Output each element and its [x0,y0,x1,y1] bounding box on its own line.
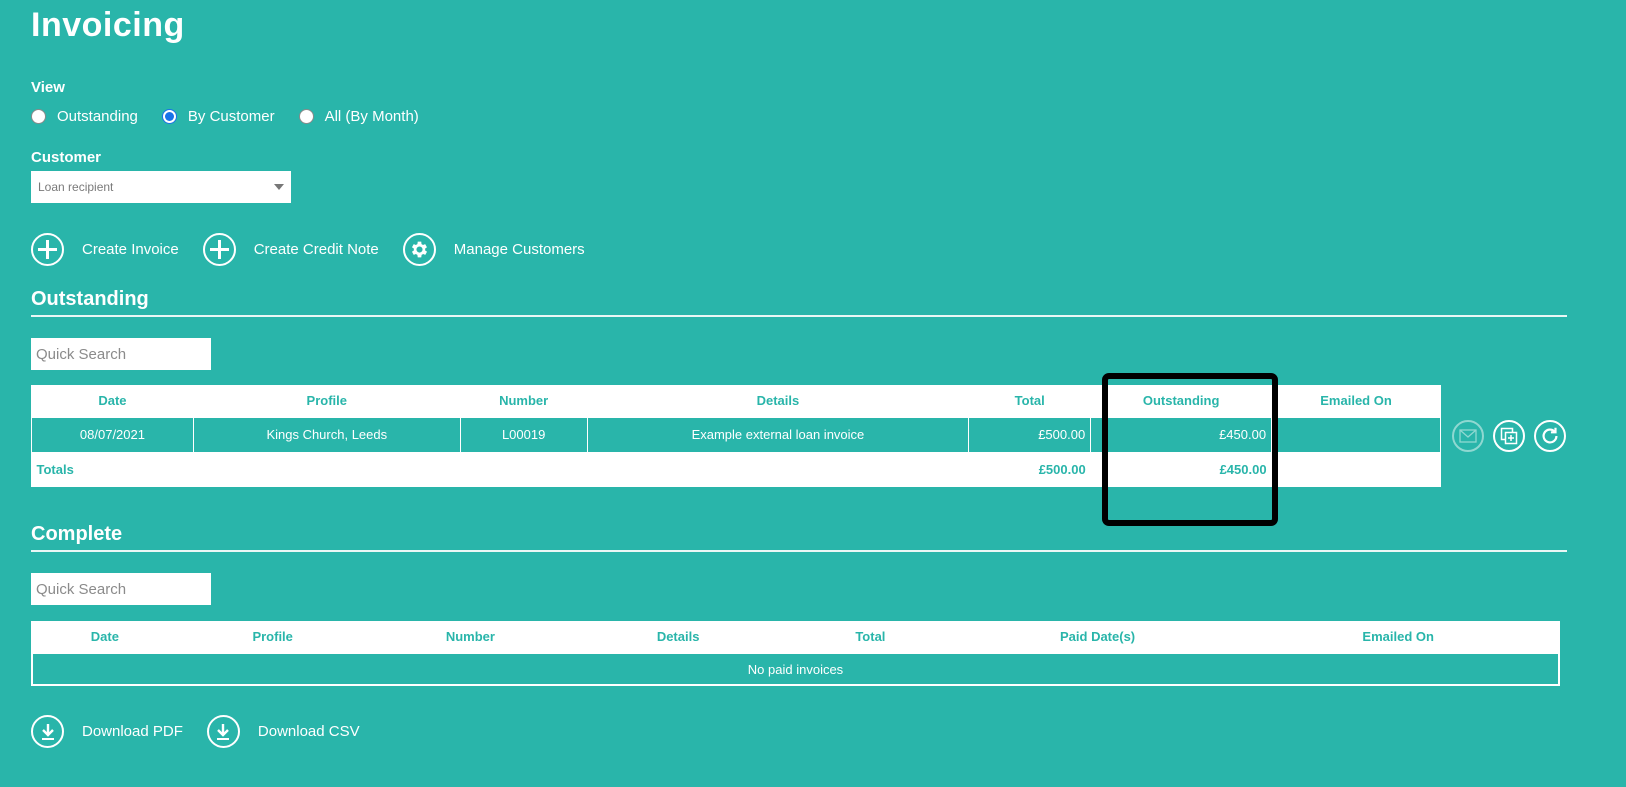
col-emailed-on[interactable]: Emailed On [1272,385,1441,417]
col-date[interactable]: Date [32,621,178,653]
create-credit-note-label: Create Credit Note [253,241,379,258]
download-pdf-label: Download PDF [82,723,183,740]
complete-search-input[interactable] [31,573,211,605]
plus-circle-icon [202,233,236,266]
download-pdf-button[interactable]: Download PDF [31,715,183,748]
col-total[interactable]: Total [783,621,958,653]
view-radio-outstanding[interactable]: Outstanding [31,108,138,125]
download-icon [31,715,64,748]
action-bar: Create Invoice Create Credit Note Manage… [31,233,585,266]
create-invoice-label: Create Invoice [82,241,179,258]
col-total[interactable]: Total [969,385,1091,417]
refresh-icon[interactable] [1534,420,1566,452]
cell-total: £500.00 [968,416,1092,453]
cell-emailed-on [1271,416,1441,453]
col-details[interactable]: Details [587,385,969,417]
radio-outstanding-dot[interactable] [31,108,46,124]
manage-customers-label: Manage Customers [453,241,585,258]
outstanding-search-input[interactable] [31,338,211,370]
radio-outstanding-label: Outstanding [57,107,138,125]
view-radio-by-customer[interactable]: By Customer [161,107,275,125]
empty-row: No paid invoices [31,652,1560,686]
outstanding-divider [31,315,1567,317]
outstanding-section-title: Outstanding [31,288,149,310]
download-csv-label: Download CSV [257,723,360,740]
chevron-down-icon [274,184,284,190]
download-bar: Download PDF Download CSV [31,715,360,748]
duplicate-icon[interactable] [1493,420,1525,452]
customer-select[interactable]: Loan recipient [31,171,291,203]
download-csv-button[interactable]: Download CSV [206,715,360,748]
manage-customers-button[interactable]: Manage Customers [402,233,585,266]
col-emailed-on[interactable]: Emailed On [1237,621,1559,653]
col-number[interactable]: Number [460,385,587,417]
totals-label: Totals [36,462,74,478]
col-date[interactable]: Date [32,385,194,417]
page-title: Invoicing [31,6,185,44]
row-actions [1452,420,1566,452]
col-profile[interactable]: Profile [193,385,460,417]
customer-select-value: Loan recipient [38,180,114,194]
view-radio-all-by-month[interactable]: All (By Month) [298,107,419,125]
plus-circle-icon [31,233,64,266]
view-label: View [31,79,65,96]
create-credit-note-button[interactable]: Create Credit Note [202,233,379,266]
col-details[interactable]: Details [573,621,783,653]
download-icon [206,715,240,748]
cell-date: 08/07/2021 [31,416,194,453]
complete-table: Date Profile Number Details Total Paid D… [31,621,1560,686]
col-profile[interactable]: Profile [178,621,368,653]
empty-message: No paid invoices [31,652,1560,686]
radio-all-by-month-dot[interactable] [298,108,314,124]
gear-icon [402,233,436,266]
col-paid-dates[interactable]: Paid Date(s) [958,621,1238,653]
view-radio-group: Outstanding By Customer All (By Month) [31,105,443,127]
create-invoice-button[interactable]: Create Invoice [31,233,179,266]
complete-divider [31,550,1567,552]
complete-header-row: Date Profile Number Details Total Paid D… [32,621,1559,653]
cell-profile: Kings Church, Leeds [192,416,461,453]
highlight-annotation [1102,373,1278,526]
email-icon[interactable] [1452,420,1484,452]
col-number[interactable]: Number [368,621,574,653]
radio-by-customer-dot[interactable] [161,108,177,124]
cell-number: L00019 [459,416,588,453]
radio-by-customer-label: By Customer [187,107,275,125]
complete-section-title: Complete [31,523,123,545]
customer-label: Customer [31,149,102,166]
cell-details: Example external loan invoice [586,416,970,453]
totals-total: £500.00 [1038,462,1086,478]
radio-all-by-month-label: All (By Month) [324,107,419,125]
